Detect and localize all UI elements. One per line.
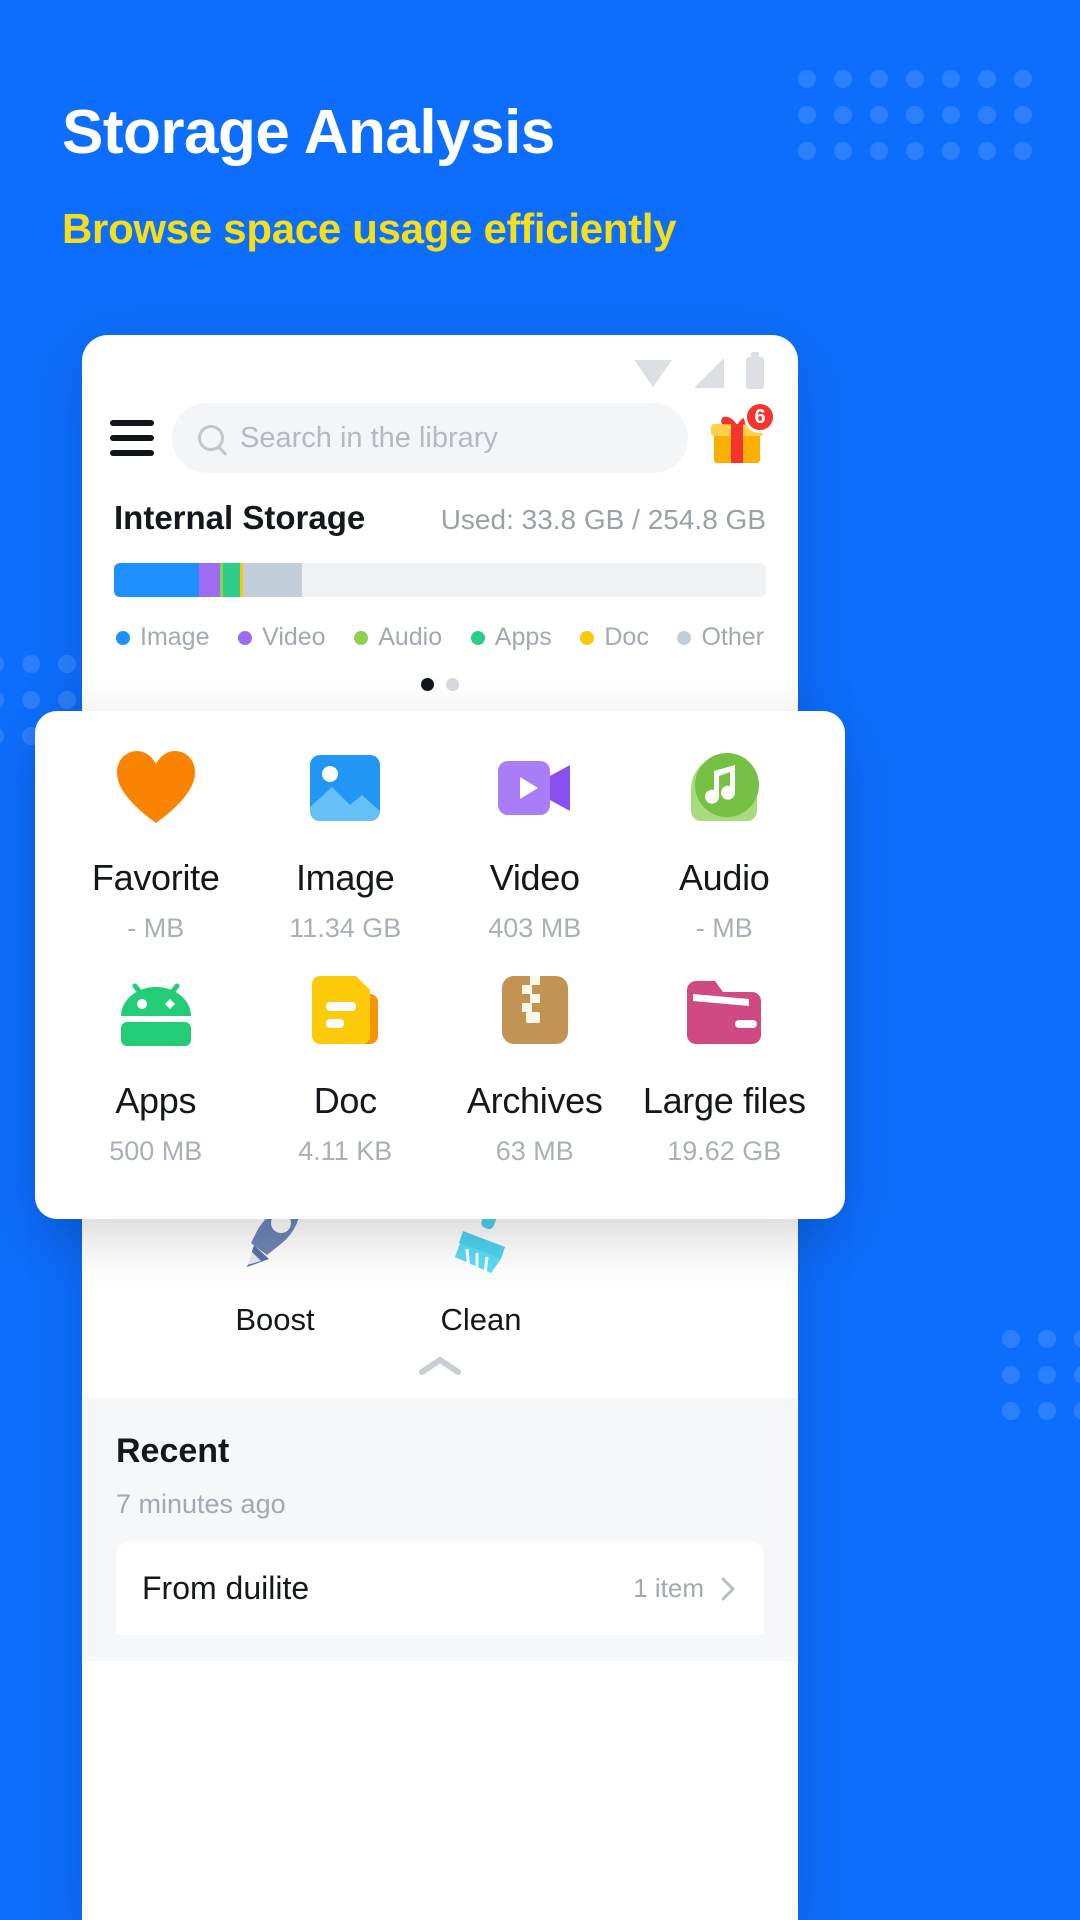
category-name: Archives xyxy=(466,1080,603,1121)
legend-label: Audio xyxy=(378,623,443,651)
category-name: Apps xyxy=(115,1080,197,1121)
legend-label: Doc xyxy=(604,623,649,651)
category-size: 19.62 GB xyxy=(667,1136,782,1166)
legend-item-doc: Doc xyxy=(580,623,649,652)
category-name: Audio xyxy=(678,857,770,898)
category-size: 63 MB xyxy=(495,1136,574,1166)
recent-timestamp: 7 minutes ago xyxy=(116,1489,286,1519)
legend-item-video: Video xyxy=(238,623,326,652)
search-placeholder: Search in the library xyxy=(240,421,498,454)
hamburger-menu-icon[interactable] xyxy=(110,420,154,456)
page-dot-2[interactable] xyxy=(446,678,459,691)
tool-boost-label: Boost xyxy=(235,1302,315,1337)
category-size: - MB xyxy=(695,913,753,943)
video-icon xyxy=(492,745,578,831)
category-size: 11.34 GB xyxy=(289,913,402,943)
category-size: - MB xyxy=(127,913,185,943)
page-indicator-dots[interactable] xyxy=(114,678,766,691)
picture-icon xyxy=(302,745,388,831)
legend-dot-icon xyxy=(354,630,369,645)
app-top-bar: Search in the library 6 xyxy=(82,397,798,473)
legend-label: Image xyxy=(140,623,210,651)
promo-headline: Storage Analysis xyxy=(62,98,555,167)
recent-item-count: 1 item xyxy=(633,1573,704,1603)
category-grid: Favorite - MB Image 11.34 GB Video 403 MB Audi… xyxy=(61,745,819,1167)
storage-segment-other xyxy=(243,563,302,597)
search-icon xyxy=(198,425,224,451)
storage-used-label: Used: 33.8 GB / 254.8 GB xyxy=(440,504,766,535)
storage-usage-bar xyxy=(114,563,766,597)
legend-label: Other xyxy=(701,623,764,651)
storage-title: Internal Storage xyxy=(114,499,366,536)
storage-legend: Image Video Audio Apps Doc Other xyxy=(114,623,766,652)
legend-dot-icon xyxy=(470,630,485,645)
recent-title: Recent xyxy=(116,1432,230,1470)
category-image[interactable]: Image 11.34 GB xyxy=(251,745,441,944)
storage-segment-image xyxy=(114,563,199,597)
dot-grid-decoration-top-right xyxy=(798,70,1032,160)
recent-list-item[interactable]: From duilite 1 item xyxy=(116,1542,764,1635)
storage-segment-apps xyxy=(222,563,240,597)
folder-icon xyxy=(681,968,767,1054)
legend-item-audio: Audio xyxy=(354,623,442,652)
category-size: 403 MB xyxy=(488,913,582,943)
category-archives[interactable]: Archives 63 MB xyxy=(440,968,630,1167)
category-overlay-card: Favorite - MB Image 11.34 GB Video 403 MB Audi… xyxy=(35,711,845,1219)
legend-label: Apps xyxy=(494,623,552,651)
category-doc[interactable]: Doc 4.11 KB xyxy=(251,968,441,1167)
heart-icon xyxy=(113,745,199,831)
search-input[interactable]: Search in the library xyxy=(172,403,688,473)
promo-subheadline: Browse space usage efficiently xyxy=(62,205,677,253)
promo-text-block: Storage Analysis Browse space usage effi… xyxy=(62,98,677,253)
legend-item-other: Other xyxy=(677,623,764,652)
gift-badge-count: 6 xyxy=(744,401,776,433)
legend-dot-icon xyxy=(116,630,130,645)
dot-grid-decoration-right xyxy=(1002,1330,1080,1420)
category-name: Video xyxy=(489,857,580,898)
category-audio[interactable]: Audio - MB xyxy=(630,745,820,944)
category-size: 4.11 KB xyxy=(298,1136,393,1166)
battery-icon xyxy=(746,352,764,389)
storage-segment-video xyxy=(198,563,221,597)
category-name: Image xyxy=(295,857,395,898)
chevron-right-icon xyxy=(721,1577,735,1600)
zip-box-icon xyxy=(492,968,578,1054)
category-apps[interactable]: Apps 500 MB xyxy=(61,968,251,1167)
legend-item-apps: Apps xyxy=(470,623,552,652)
document-icon xyxy=(302,968,388,1054)
status-bar xyxy=(82,335,798,397)
category-large-files[interactable]: Large files 19.62 GB xyxy=(630,968,820,1167)
legend-item-image: Image xyxy=(116,623,209,652)
signal-icon xyxy=(694,358,724,388)
legend-dot-icon xyxy=(677,630,692,645)
legend-dot-icon xyxy=(580,630,595,645)
category-name: Large files xyxy=(642,1080,806,1121)
category-name: Doc xyxy=(313,1080,377,1121)
recent-item-name: From duilite xyxy=(142,1570,310,1606)
category-video[interactable]: Video 403 MB xyxy=(440,745,630,944)
legend-dot-icon xyxy=(238,630,253,645)
recent-section: Recent 7 minutes ago From duilite 1 item xyxy=(82,1398,798,1661)
page-dot-1[interactable] xyxy=(421,678,434,691)
category-name: Favorite xyxy=(91,857,220,898)
collapse-button[interactable] xyxy=(82,1338,798,1398)
tool-clean-label: Clean xyxy=(440,1302,522,1337)
category-favorite[interactable]: Favorite - MB xyxy=(61,745,251,944)
legend-label: Video xyxy=(262,623,326,651)
wifi-icon xyxy=(634,359,672,387)
android-icon xyxy=(113,968,199,1054)
gift-button[interactable]: 6 xyxy=(706,401,776,469)
music-icon xyxy=(681,745,767,831)
category-size: 500 MB xyxy=(109,1136,203,1166)
chevron-up-icon xyxy=(419,1357,461,1375)
internal-storage-section: Internal Storage Used: 33.8 GB / 254.8 G… xyxy=(82,473,798,691)
